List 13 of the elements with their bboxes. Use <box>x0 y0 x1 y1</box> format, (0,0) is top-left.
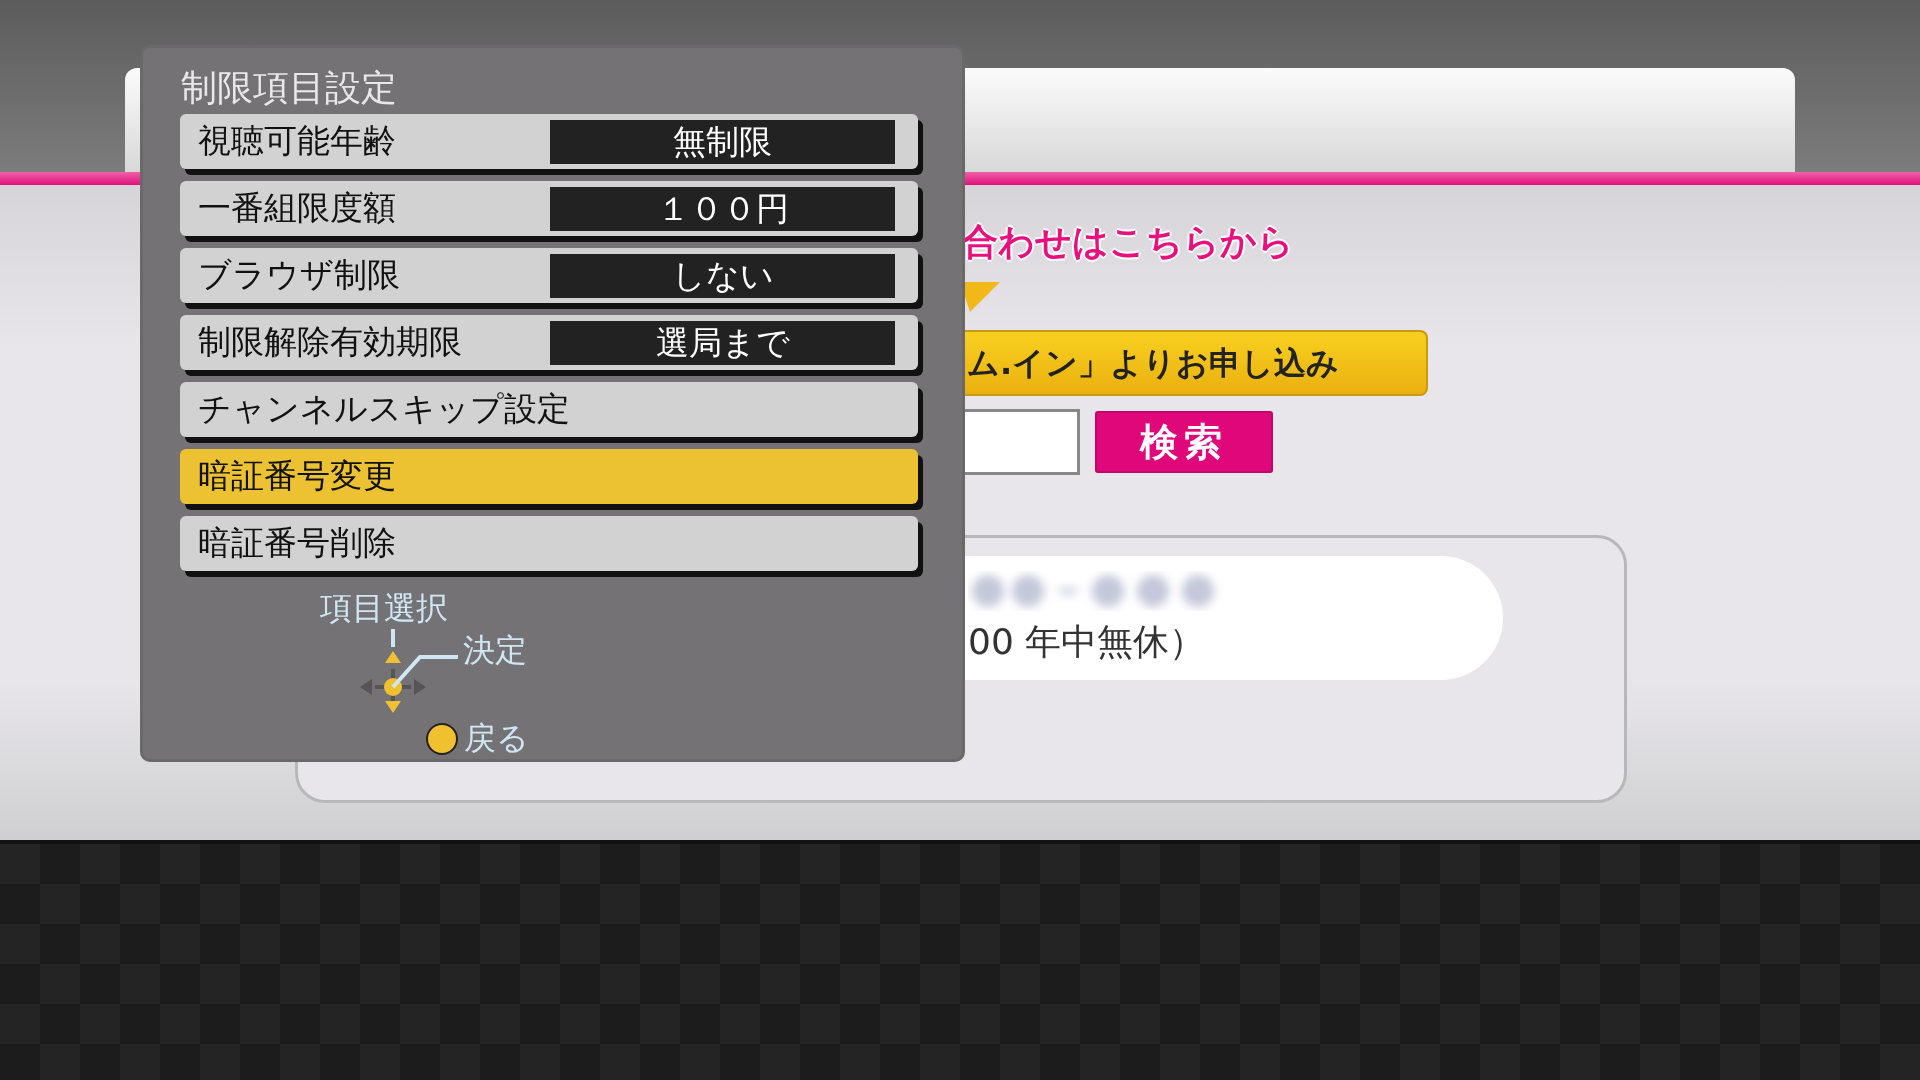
search-button[interactable]: 検索 <box>1095 411 1273 473</box>
guide-label: 戻る <box>464 718 529 759</box>
page-heading: 合わせはこちらから <box>962 222 1294 262</box>
hours-text: 00 年中無休） <box>968 620 1206 664</box>
search-field[interactable] <box>965 409 1080 475</box>
guide-label: 決定 <box>463 630 527 671</box>
leader-line <box>391 629 395 647</box>
apply-banner[interactable]: ム.イン」よりお申し込み <box>965 330 1428 396</box>
dpad-icon <box>360 651 426 713</box>
leader-line <box>391 655 458 689</box>
guide-label: 項目選択 <box>320 588 448 629</box>
round-button-icon <box>426 723 458 755</box>
panel-title: 制限項目設定 <box>181 66 397 110</box>
